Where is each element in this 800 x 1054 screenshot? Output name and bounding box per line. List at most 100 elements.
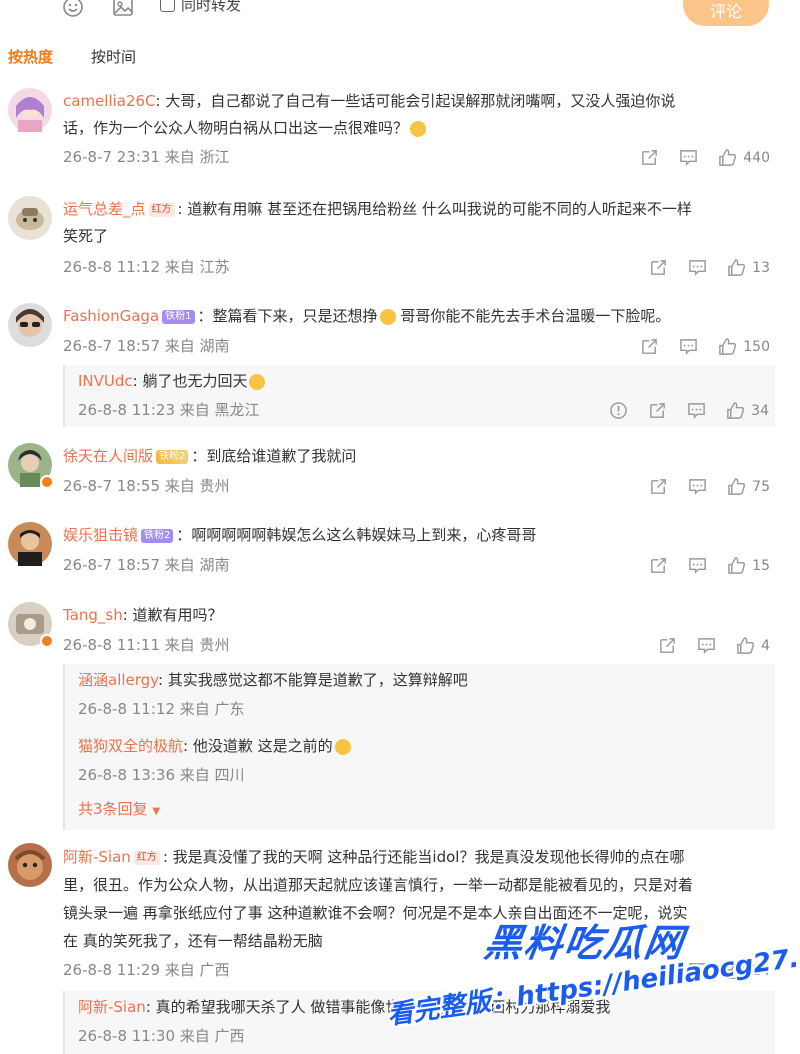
comment-username[interactable]: FashionGaga [63, 307, 159, 325]
comment-username[interactable]: 运气总差_点 [63, 200, 146, 218]
avatar[interactable] [8, 196, 52, 240]
like-button[interactable]: 440 [718, 148, 770, 167]
reply-meta: 26-8-8 11:12 来自 广东 [78, 700, 245, 718]
emoji-icon [379, 308, 396, 325]
reply-text: : 他没道歉 这是之前的 [183, 737, 333, 755]
thumbs-up-icon [728, 478, 746, 495]
verified-badge-icon [40, 634, 54, 648]
comment-icon[interactable] [688, 477, 707, 496]
user-tag-badge: 铁粉2 [156, 449, 189, 464]
share-icon[interactable] [640, 337, 659, 356]
reply-item: 涵涵allergy: 其实我感觉这都不能算是道歉了，这算辩解吧 [78, 668, 468, 692]
avatar[interactable] [8, 443, 54, 489]
comment-username[interactable]: 娱乐狙击镜 [63, 526, 138, 544]
share-icon[interactable] [649, 556, 668, 575]
comment-meta: 26-8-7 18:57 来自 湖南 [63, 337, 230, 355]
thumbs-up-icon [728, 557, 746, 574]
share-icon[interactable] [640, 148, 659, 167]
share-icon[interactable] [649, 477, 668, 496]
share-icon[interactable] [648, 401, 667, 420]
comment-username[interactable]: 徐天在人间版 [63, 447, 153, 465]
thumbs-up-icon [719, 338, 737, 355]
comment-text: 里，很丑。作为公众人物，从出道那天起就应该谨言慎行，一举一动都是能被看见的，只是… [63, 876, 694, 894]
share-icon[interactable] [658, 636, 677, 655]
report-icon[interactable] [609, 401, 628, 420]
avatar[interactable] [8, 843, 52, 887]
comment-icon[interactable] [688, 556, 707, 575]
reply-item: 猫狗双全的极航: 他没道歉 这是之前的 [78, 734, 351, 758]
caret-down-icon: ▼ [152, 806, 161, 817]
comment-meta: 26-8-7 23:31 来自 浙江 [63, 148, 230, 166]
thumbs-up-icon [719, 149, 737, 166]
share-icon[interactable] [649, 258, 668, 277]
repost-checkbox[interactable]: 同时转发 [160, 0, 241, 15]
comment-text: : 我是真没懂了我的天啊 这种品行还能当idol？我是真没发现他长得帅的点在哪 [162, 848, 685, 866]
reply-text: : 其实我感觉这都不能算是道歉了，这算辩解吧 [157, 671, 468, 689]
sort-tabs: 按热度 按时间 [8, 46, 136, 67]
image-icon[interactable] [112, 0, 134, 18]
composer-bar: 同时转发 评论 [0, 0, 800, 30]
like-button[interactable]: 75 [727, 477, 770, 496]
like-count: 15 [752, 557, 770, 574]
repost-label: 同时转发 [181, 0, 242, 14]
reply-item: INVUdc: 躺了也无力回天 26-8-8 11:23 来自 黑龙江 34 [63, 365, 775, 427]
emoji-icon [249, 373, 266, 390]
comment-text: : 大哥，自己都说了自己有一些话可能会引起误解那就闭嘴啊，又没人强迫你说 [155, 92, 676, 110]
comment-username[interactable]: camellia26C [63, 92, 156, 110]
comment-text: 在 真的笑死我了，还有一帮结晶粉无脑 [63, 932, 323, 950]
like-button[interactable]: 13 [727, 258, 770, 277]
avatar[interactable] [8, 303, 52, 347]
reply-meta: 26-8-8 11:30 来自 广西 [78, 1027, 245, 1045]
emoji-icon [334, 738, 351, 755]
avatar[interactable] [8, 602, 54, 648]
like-button[interactable]: 150 [718, 337, 770, 356]
reply-username[interactable]: 猫狗双全的极航 [78, 737, 183, 755]
user-tag-badge: 铁粉1 [162, 309, 195, 324]
tab-sort-hot[interactable]: 按热度 [8, 46, 53, 67]
reply-meta: 26-8-8 11:23 来自 黑龙江 [78, 401, 260, 419]
comment-text: ：到底给谁道歉了我就问 [191, 447, 357, 465]
reply-username[interactable]: INVUdc [78, 372, 133, 390]
emoji-icon [410, 120, 427, 137]
like-count: 440 [743, 149, 770, 166]
comment-text: ：啊啊啊啊啊韩娱怎么这么韩娱妹马上到来，心疼哥哥 [176, 526, 537, 544]
checkbox-box[interactable] [160, 0, 175, 12]
user-tag-badge: 红方 [148, 202, 175, 217]
reply-username[interactable]: 阿新-Sian [78, 998, 146, 1016]
comment-meta: 26-8-7 18:57 来自 湖南 [63, 556, 230, 574]
thumbs-up-icon [728, 259, 746, 276]
like-count: 75 [752, 478, 770, 495]
comment-icon[interactable] [697, 636, 716, 655]
avatar[interactable] [8, 522, 52, 566]
reply-meta: 26-8-8 13:36 来自 四川 [78, 766, 245, 784]
comment-meta: 26-8-8 11:12 来自 江苏 [63, 258, 230, 276]
tab-sort-time[interactable]: 按时间 [91, 46, 136, 67]
thumbs-up-icon [727, 402, 745, 419]
comment-username[interactable]: 阿新-Sian [63, 848, 131, 866]
submit-comment-button[interactable]: 评论 [683, 0, 769, 26]
comment-text: : 道歉有用嘛 甚至还在把锅甩给粉丝 什么叫我说的可能不同的人听起来不一样 [177, 200, 692, 218]
comment-meta: 26-8-7 18:55 来自 贵州 [63, 477, 230, 495]
smile-icon[interactable] [62, 0, 84, 18]
user-tag-badge: 铁粉2 [141, 528, 174, 543]
like-button[interactable]: 34 [726, 401, 769, 420]
verified-badge-icon [40, 475, 54, 489]
comment-text: 哥哥你能不能先去手术台温暖一下脸呢。 [395, 307, 671, 325]
comment-text: : 道歉有用吗？ [122, 606, 223, 624]
reply-list: 涵涵allergy: 其实我感觉这都不能算是道歉了，这算辩解吧 26-8-8 1… [63, 664, 775, 830]
comment-icon[interactable] [687, 401, 706, 420]
like-button[interactable]: 15 [727, 556, 770, 575]
reply-text: : 躺了也无力回天 [132, 372, 248, 390]
comment-meta: 26-8-8 11:11 来自 贵州 [63, 636, 230, 654]
comment-username[interactable]: Tang_sh [63, 606, 123, 624]
like-count: 150 [743, 338, 770, 355]
comment-text: 话，作为一个公众人物明白祸从口出这一点很难吗？ [63, 119, 409, 137]
like-count: 34 [751, 402, 769, 419]
like-button[interactable]: 4 [736, 636, 770, 655]
more-replies-link[interactable]: 共3条回复 ▼ [78, 798, 160, 819]
comment-icon[interactable] [679, 148, 698, 167]
reply-username[interactable]: 涵涵allergy [78, 671, 158, 689]
avatar[interactable] [8, 88, 52, 132]
comment-icon[interactable] [679, 337, 698, 356]
comment-icon[interactable] [688, 258, 707, 277]
